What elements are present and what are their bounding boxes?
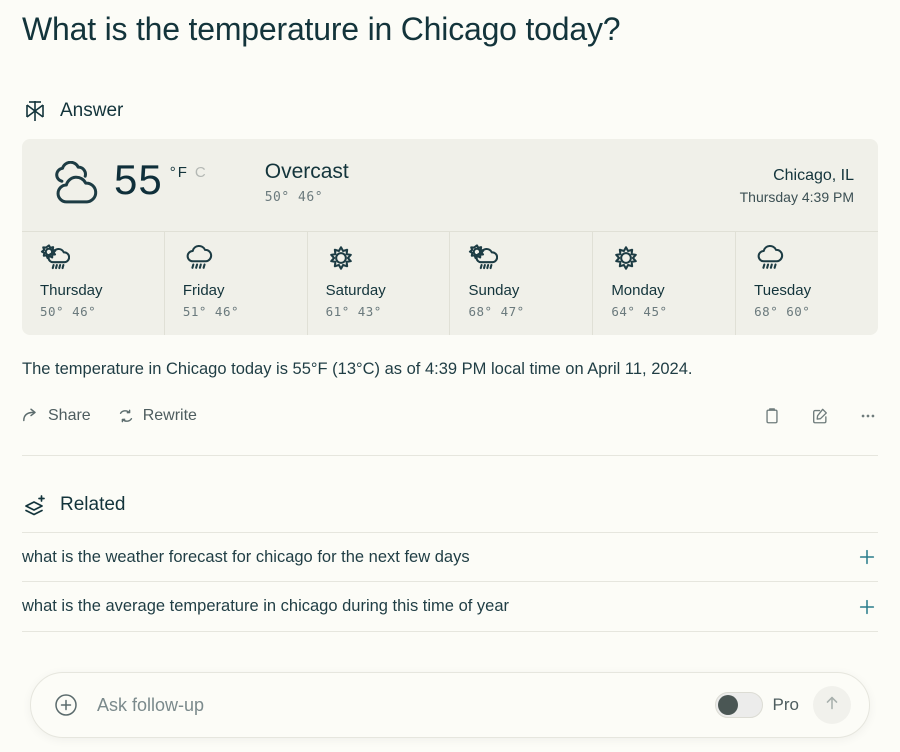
answer-action-bar: Share Rewrite <box>22 403 878 429</box>
rewrite-refresh-icon <box>117 407 135 425</box>
related-question-text: what is the weather forecast for chicago… <box>22 547 470 566</box>
condition-label: Overcast <box>264 160 349 184</box>
search-result-page: What is the temperature in Chicago today… <box>0 0 900 752</box>
location-block: Chicago, IL Thursday 4:39 PM <box>740 165 854 205</box>
unit-toggle[interactable]: ° F C <box>170 164 207 181</box>
forecast-day-range: 64° 45° <box>611 304 668 320</box>
location-name: Chicago, IL <box>773 167 854 185</box>
forecast-day-name: Thursday <box>40 282 103 300</box>
forecast-day-name: Friday <box>182 282 225 300</box>
rain-cloud-icon <box>754 245 784 276</box>
page-title: What is the temperature in Chicago today… <box>22 11 621 47</box>
edit-square-icon[interactable] <box>810 406 830 426</box>
forecast-day: Saturday 61° 43° <box>306 232 450 336</box>
weather-card: 55 ° F C Overcast 50° 46° Chicago, IL Th… <box>22 139 878 336</box>
forecast-day: Monday 64° 45° <box>592 232 735 336</box>
forecast-strip: Thursday 50° 46° Friday 51° 46° Saturday 61° … <box>22 231 878 336</box>
section-divider <box>22 455 878 457</box>
unit-fahrenheit[interactable]: F <box>178 164 188 181</box>
forecast-day: Thursday 50° 46° <box>22 232 164 335</box>
rain-cloud-icon <box>183 245 213 276</box>
related-section-header: Related <box>22 492 878 518</box>
clipboard-icon[interactable] <box>762 406 782 426</box>
followup-bar: Pro <box>30 672 870 738</box>
forecast-day: Friday 51° 46° <box>163 232 307 336</box>
forecast-day-name: Sunday <box>468 282 520 300</box>
rewrite-label: Rewrite <box>142 407 197 425</box>
forecast-day-name: Saturday <box>325 282 386 300</box>
related-question-row[interactable]: what is the average temperature in chica… <box>22 582 878 633</box>
current-temperature-block: 55 ° F C <box>114 159 207 201</box>
forecast-day: Sunday 68° 47° <box>449 232 592 336</box>
share-arrow-icon <box>22 407 40 425</box>
plus-circle-icon[interactable] <box>53 692 79 718</box>
layers-plus-icon <box>22 492 48 518</box>
related-questions-list: what is the weather forecast for chicago… <box>22 532 878 633</box>
submit-button[interactable] <box>813 686 851 724</box>
current-temperature: 55 <box>114 156 163 204</box>
answer-paragraph: The temperature in Chicago today is 55°F… <box>22 360 693 379</box>
rewrite-button[interactable]: Rewrite <box>117 407 197 425</box>
degree-symbol: ° <box>169 164 177 182</box>
weather-current: 55 ° F C Overcast 50° 46° Chicago, IL Th… <box>22 139 878 231</box>
pro-label: Pro <box>772 695 799 714</box>
pro-toggle-knob <box>717 695 738 715</box>
related-question-row[interactable]: what is the weather forecast for chicago… <box>22 532 878 583</box>
sun-rain-cloud-icon <box>468 244 499 276</box>
sun-icon <box>611 246 641 276</box>
local-time: Thursday 4:39 PM <box>739 189 854 206</box>
related-section-label: Related <box>60 494 126 516</box>
arrow-up-icon <box>822 693 842 718</box>
forecast-day-range: 68° 60° <box>754 304 811 320</box>
forecast-day-range: 50° 46° <box>40 304 97 320</box>
forecast-day: Tuesday 68° 60° <box>735 232 878 336</box>
search-input[interactable] <box>97 694 715 716</box>
condition-high-low: 50° 46° <box>264 190 324 206</box>
current-condition-block: Overcast 50° 46° <box>265 159 349 205</box>
forecast-day-range: 68° 47° <box>468 304 525 320</box>
ellipsis-icon[interactable] <box>858 406 878 426</box>
share-label: Share <box>48 407 91 425</box>
answer-section-header: Answer <box>22 98 878 124</box>
pro-toggle[interactable] <box>714 692 763 718</box>
share-button[interactable]: Share <box>22 407 91 425</box>
perplexity-answer-icon <box>22 98 48 124</box>
sun-rain-cloud-icon <box>40 244 71 276</box>
sun-icon <box>326 246 356 276</box>
related-question-text: what is the average temperature in chica… <box>22 597 510 616</box>
answer-section-label: Answer <box>60 100 124 122</box>
plus-icon[interactable] <box>856 596 878 618</box>
followup-input-container[interactable]: Pro <box>30 672 870 738</box>
forecast-day-range: 61° 43° <box>325 304 382 320</box>
forecast-day-range: 51° 46° <box>182 304 240 320</box>
unit-celsius[interactable]: C <box>195 164 207 181</box>
forecast-day-name: Monday <box>611 282 665 300</box>
forecast-day-name: Tuesday <box>754 282 812 300</box>
plus-icon[interactable] <box>856 546 878 568</box>
overcast-clouds-icon <box>46 161 106 209</box>
